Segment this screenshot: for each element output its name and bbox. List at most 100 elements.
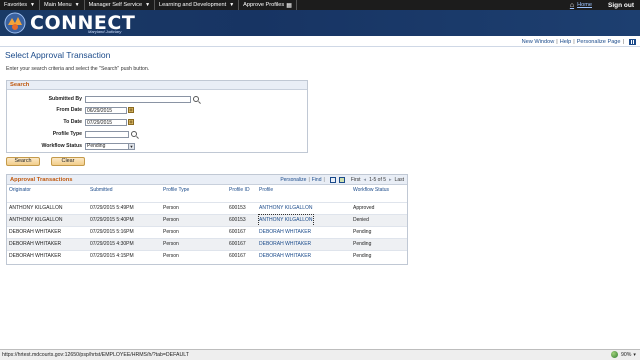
zoom-level: 90% bbox=[621, 351, 632, 358]
range-label: 1-5 of 5 bbox=[369, 177, 387, 183]
home-link[interactable]: ⌂ Home bbox=[570, 2, 592, 9]
header-divider bbox=[0, 46, 640, 47]
workflow-status-cell: Pending bbox=[353, 229, 372, 235]
nav-favorites-label: Favorites bbox=[4, 2, 28, 8]
profile-type-cell: Person bbox=[163, 205, 179, 211]
nav-approve-profiles[interactable]: Approve Profiles ▦ bbox=[239, 0, 297, 10]
profile-link[interactable]: ANTHONY KILGALLON bbox=[259, 203, 313, 214]
calendar-icon[interactable]: ▦ bbox=[128, 107, 134, 113]
originator-cell: ANTHONY KILGALLON bbox=[9, 205, 63, 211]
next-arrow-icon[interactable]: ▸ bbox=[389, 177, 392, 183]
column-header-profile-id[interactable]: Profile ID bbox=[229, 187, 250, 197]
profile-type-row: Profile Type bbox=[7, 130, 137, 138]
nav-learning-development-label: Learning and Development bbox=[159, 2, 227, 8]
profile-id-cell: 600153 bbox=[229, 217, 246, 223]
nav-favorites[interactable]: Favorites ▼ bbox=[0, 0, 40, 10]
profile-type-cell: Person bbox=[163, 217, 179, 223]
previous-arrow-icon[interactable]: ◂ bbox=[364, 177, 367, 183]
profile-type-cell: Person bbox=[163, 253, 179, 259]
lookup-icon[interactable] bbox=[193, 96, 199, 102]
profile-link[interactable]: DEBORAH WHITAKER bbox=[259, 239, 311, 250]
chevron-down-icon: ▼ bbox=[229, 2, 235, 8]
first-label[interactable]: First bbox=[351, 177, 361, 183]
profile-link[interactable]: DEBORAH WHITAKER bbox=[259, 227, 311, 238]
workflow-status-value: Pending bbox=[87, 143, 106, 149]
separator: | bbox=[622, 39, 624, 45]
submitted-by-label: Submitted By bbox=[48, 96, 82, 102]
column-header-submitted[interactable]: Submitted bbox=[90, 187, 113, 197]
clear-button[interactable]: Clear bbox=[51, 157, 85, 166]
submitted-by-row: Submitted By bbox=[7, 95, 199, 103]
originator-cell: ANTHONY KILGALLON bbox=[9, 217, 63, 223]
view-all-icon[interactable] bbox=[329, 177, 336, 183]
personalize-link[interactable]: Personalize bbox=[280, 177, 306, 183]
profile-id-cell: 600167 bbox=[229, 229, 246, 235]
table-row: ANTHONY KILGALLON 07/29/2015 5:49PM Pers… bbox=[7, 202, 407, 214]
sign-out-link[interactable]: Sign out bbox=[608, 2, 634, 9]
from-date-row: From Date 06/29/2015 ▦ bbox=[7, 106, 134, 114]
page-links: New Window | Help | Personalize Page | bbox=[522, 39, 636, 45]
help-link[interactable]: Help bbox=[560, 39, 572, 45]
personalize-page-link[interactable]: Personalize Page bbox=[577, 39, 621, 45]
chevron-down-icon: ▼ bbox=[74, 2, 80, 8]
browser-status-bar: https://hrtest.mdcourts.gov:12650/psp/hr… bbox=[0, 349, 640, 360]
nav-learning-development[interactable]: Learning and Development ▼ bbox=[155, 0, 240, 10]
table-row: ANTHONY KILGALLON 07/29/2015 5:40PM Pers… bbox=[7, 214, 407, 227]
new-window-link[interactable]: New Window bbox=[522, 39, 555, 45]
submitted-cell: 07/29/2015 5:49PM bbox=[90, 205, 134, 211]
grid-title: Approval Transactions bbox=[10, 176, 73, 183]
workflow-status-cell: Approved bbox=[353, 205, 375, 211]
search-button[interactable]: Search bbox=[6, 157, 40, 166]
add-favorite-icon[interactable]: ▦ bbox=[286, 2, 292, 9]
lookup-icon[interactable] bbox=[131, 131, 137, 137]
nav-right-group: ⌂ Home Sign out bbox=[570, 0, 640, 10]
download-icon[interactable] bbox=[338, 177, 345, 183]
profile-id-cell: 600167 bbox=[229, 253, 246, 259]
profile-type-input[interactable] bbox=[85, 130, 129, 138]
page-layout-icon[interactable] bbox=[629, 39, 636, 45]
table-row: DEBORAH WHITAKER 07/29/2015 4:15PM Perso… bbox=[7, 250, 407, 262]
connect-logo-icon bbox=[4, 12, 26, 34]
separator: | bbox=[573, 39, 575, 45]
workflow-status-select[interactable]: Pending ▼ bbox=[85, 142, 135, 150]
column-header-workflow-status[interactable]: Workflow Status bbox=[353, 187, 389, 197]
nav-main-menu[interactable]: Main Menu ▼ bbox=[40, 0, 85, 10]
column-header-profile[interactable]: Profile bbox=[259, 187, 273, 197]
to-date-input[interactable]: 07/29/2015 bbox=[85, 118, 127, 126]
from-date-label: From Date bbox=[56, 107, 82, 113]
profile-link[interactable]: ANTHONY KILGALLON bbox=[258, 214, 314, 227]
workflow-status-cell: Pending bbox=[353, 241, 372, 247]
column-header-profile-type[interactable]: Profile Type bbox=[163, 187, 189, 197]
nav-main-menu-label: Main Menu bbox=[43, 2, 72, 8]
last-label[interactable]: Last bbox=[395, 177, 404, 183]
calendar-icon[interactable]: ▦ bbox=[128, 119, 134, 125]
separator: | bbox=[323, 177, 325, 183]
nav-approve-profiles-label: Approve Profiles bbox=[243, 2, 285, 8]
from-date-input[interactable]: 06/29/2015 bbox=[85, 106, 127, 114]
brand-subtitle: Maryland Judiciary bbox=[88, 29, 122, 34]
nav-manager-self-service-label: Manager Self Service bbox=[88, 2, 143, 8]
profile-type-cell: Person bbox=[163, 241, 179, 247]
chevron-down-icon: ▼ bbox=[145, 2, 151, 8]
originator-cell: DEBORAH WHITAKER bbox=[9, 253, 62, 259]
search-section: Search Submitted By From Date 06/29/2015… bbox=[6, 80, 308, 153]
nav-manager-self-service[interactable]: Manager Self Service ▼ bbox=[85, 0, 156, 10]
to-date-label: To Date bbox=[63, 119, 82, 125]
submitted-cell: 07/29/2015 5:16PM bbox=[90, 229, 134, 235]
separator: | bbox=[556, 39, 558, 45]
home-icon: ⌂ bbox=[569, 1, 575, 9]
to-date-row: To Date 07/29/2015 ▦ bbox=[7, 118, 134, 126]
profile-id-cell: 600153 bbox=[229, 205, 246, 211]
zoom-control[interactable]: 90% ▾ bbox=[611, 351, 636, 358]
column-header-originator[interactable]: Originator bbox=[9, 187, 31, 197]
chevron-down-icon: ▼ bbox=[30, 2, 35, 8]
separator: | bbox=[308, 177, 310, 183]
profile-type-cell: Person bbox=[163, 229, 179, 235]
status-url: https://hrtest.mdcourts.gov:12650/psp/hr… bbox=[2, 352, 189, 358]
find-link[interactable]: Find bbox=[312, 177, 322, 183]
top-nav-bar: Favorites ▼ Main Menu ▼ Manager Self Ser… bbox=[0, 0, 640, 10]
submitted-cell: 07/29/2015 4:30PM bbox=[90, 241, 134, 247]
profile-link[interactable]: DEBORAH WHITAKER bbox=[259, 251, 311, 262]
table-row: DEBORAH WHITAKER 07/29/2015 4:30PM Perso… bbox=[7, 238, 407, 250]
submitted-by-input[interactable] bbox=[85, 95, 191, 103]
